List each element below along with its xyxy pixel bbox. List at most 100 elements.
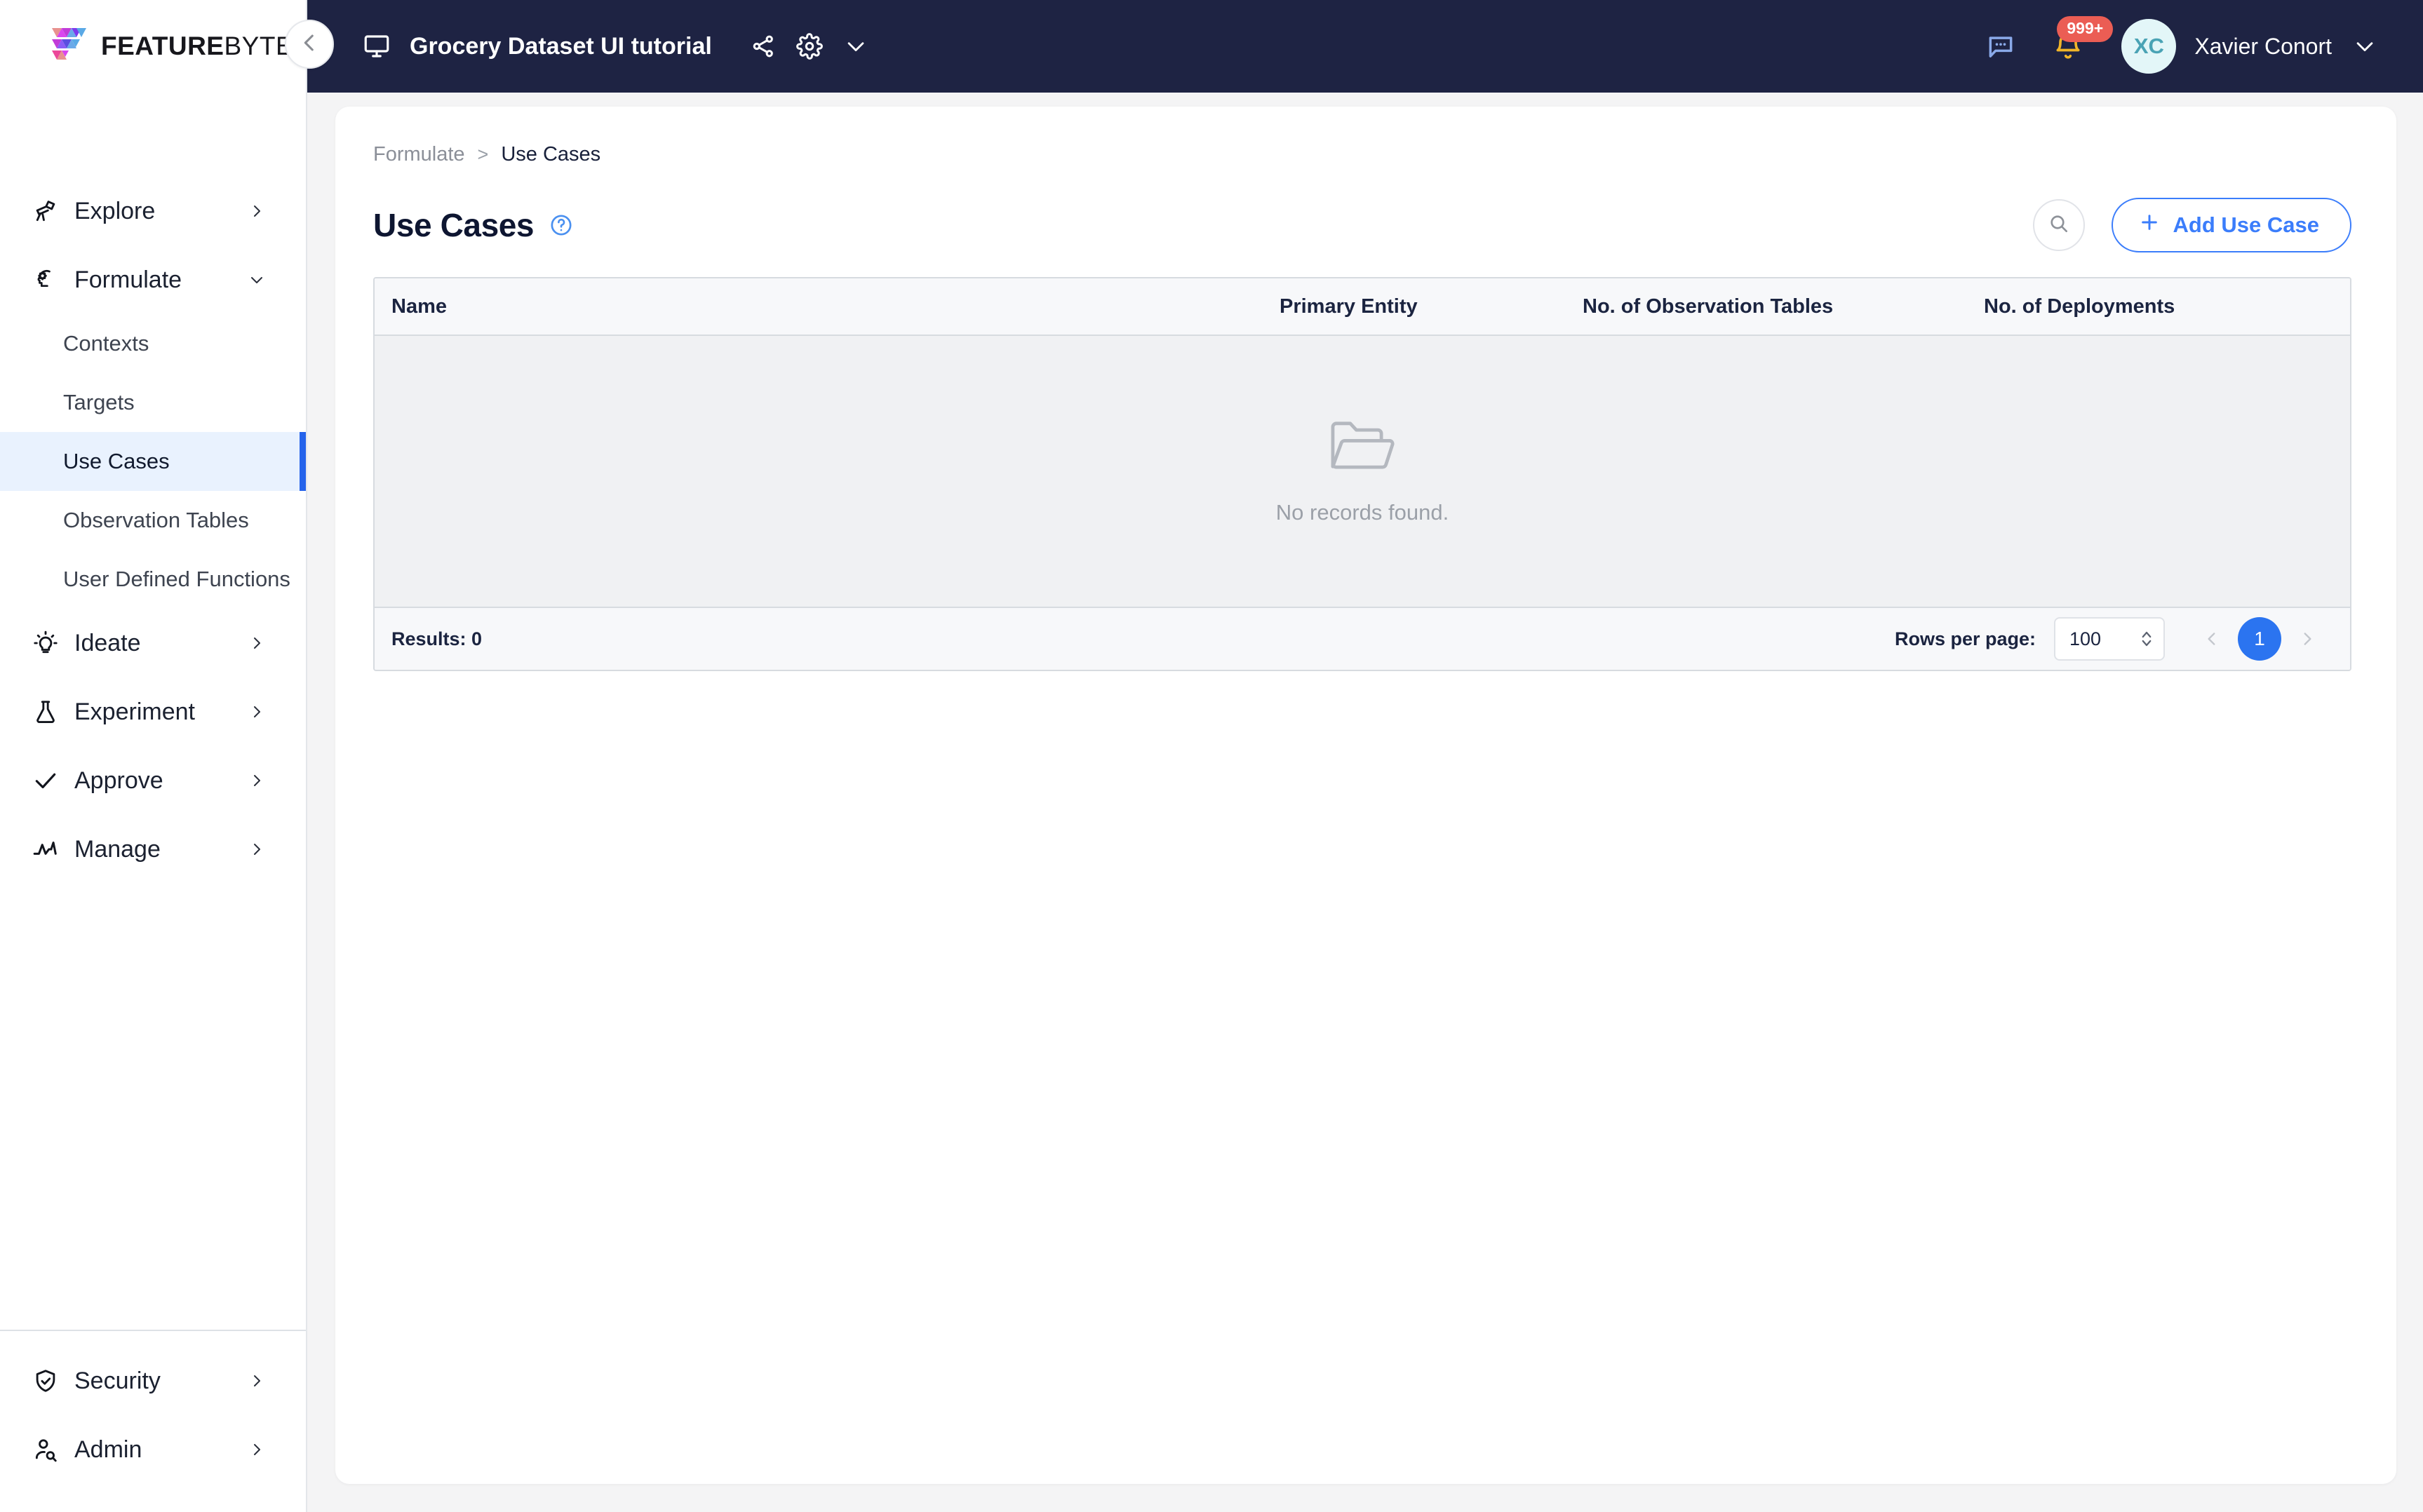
sidebar-item-explore[interactable]: Explore: [0, 177, 306, 245]
share-icon[interactable]: [740, 23, 786, 69]
pagination-page-1[interactable]: 1: [2238, 617, 2281, 661]
chevron-right-icon: [248, 772, 265, 789]
chevron-right-icon: [248, 1372, 265, 1389]
sidebar-item-ideate[interactable]: Ideate: [0, 609, 306, 677]
sidebar-item-manage[interactable]: Manage: [0, 815, 306, 884]
sidebar-item-label: Explore: [74, 197, 156, 224]
sidebar-subitem-label: User Defined Functions: [63, 567, 290, 591]
shield-check-icon: [27, 1368, 65, 1394]
use-cases-table: Name Primary Entity No. of Observation T…: [373, 277, 2351, 671]
chevron-right-icon: [248, 1441, 265, 1458]
sidebar-bottom-nav: Security Admin: [0, 1331, 306, 1512]
flask-icon: [27, 698, 65, 725]
sidebar-collapse-button[interactable]: [285, 20, 334, 69]
column-header-deployments[interactable]: No. of Deployments: [1984, 295, 2335, 318]
sidebar-subitem-label: Use Cases: [63, 449, 170, 473]
sidebar-item-user-defined-functions[interactable]: User Defined Functions: [0, 550, 306, 609]
brand-name-bold: FEATURE: [101, 32, 224, 60]
stepper-updown-icon: [2140, 628, 2154, 649]
add-use-case-button[interactable]: Add Use Case: [2111, 198, 2351, 252]
sidebar-item-label: Experiment: [74, 698, 195, 725]
pagination-group: Rows per page: 100 1: [1895, 617, 2329, 661]
brand-wordmark: FEATURE BYTE: [101, 32, 293, 61]
breadcrumb-parent[interactable]: Formulate: [373, 143, 465, 166]
sidebar-item-admin[interactable]: Admin: [0, 1415, 306, 1484]
user-name-label: Xavier Conort: [2194, 33, 2332, 59]
notification-badge: 999+: [2057, 16, 2114, 42]
brand-name-light: BYTE: [224, 32, 294, 60]
sidebar-item-label: Formulate: [74, 266, 182, 293]
brain-gear-icon: [27, 266, 65, 293]
chevron-right-icon: [248, 635, 265, 652]
header-left-group: Grocery Dataset UI tutorial: [307, 23, 879, 69]
page-actions: Add Use Case: [2032, 198, 2351, 252]
plus-icon: [2138, 211, 2161, 239]
activity-pulse-icon: [27, 836, 65, 863]
column-header-primary-entity[interactable]: Primary Entity: [1280, 295, 1583, 318]
sidebar-nav: Explore Formulate Contexts Targets Use C…: [0, 93, 306, 1330]
breadcrumb: Formulate > Use Cases: [373, 143, 2351, 166]
user-search-icon: [27, 1436, 65, 1463]
sidebar-item-label: Admin: [74, 1436, 142, 1463]
sidebar-item-label: Ideate: [74, 629, 141, 656]
sidebar-item-formulate[interactable]: Formulate: [0, 245, 306, 314]
gear-icon[interactable]: [786, 23, 833, 69]
sidebar-item-approve[interactable]: Approve: [0, 746, 306, 815]
results-count: Results: 0: [391, 628, 483, 649]
page-title: Use Cases: [373, 207, 535, 243]
sidebar-item-label: Security: [74, 1367, 161, 1394]
rows-per-page-label: Rows per page:: [1894, 628, 2036, 649]
chevron-down-icon: [248, 271, 265, 288]
top-header: Grocery Dataset UI tutorial 999+ XC Xavi…: [307, 0, 2423, 93]
sidebar-item-experiment[interactable]: Experiment: [0, 677, 306, 746]
sidebar-item-label: Manage: [74, 835, 161, 863]
rows-per-page-value: 100: [2069, 628, 2102, 649]
notifications-button[interactable]: 999+: [2034, 16, 2114, 74]
sidebar-subitem-label: Observation Tables: [63, 508, 249, 532]
content-card: Formulate > Use Cases Use Cases Add Use …: [335, 107, 2396, 1484]
empty-state-message: No records found.: [1275, 499, 1449, 525]
breadcrumb-current: Use Cases: [501, 143, 601, 166]
telescope-icon: [27, 198, 65, 224]
header-right-group: 999+ XC Xavier Conort: [1973, 16, 2423, 74]
sidebar-item-observation-tables[interactable]: Observation Tables: [0, 491, 306, 550]
chat-bubble-icon[interactable]: [1973, 21, 2029, 72]
column-header-name[interactable]: Name: [375, 295, 1280, 318]
app-root: FEATURE BYTE Explore Formulate Contexts …: [0, 0, 2423, 1512]
search-icon: [2048, 212, 2070, 238]
sidebar-item-targets[interactable]: Targets: [0, 373, 306, 432]
check-icon: [27, 767, 65, 794]
rows-per-page-select[interactable]: 100: [2054, 617, 2165, 661]
question-circle-icon[interactable]: [549, 213, 573, 237]
workspace-title: Grocery Dataset UI tutorial: [410, 32, 712, 60]
sidebar-item-security[interactable]: Security: [0, 1346, 306, 1415]
column-header-observation-tables[interactable]: No. of Observation Tables: [1583, 295, 1984, 318]
sidebar-item-label: Approve: [74, 767, 163, 794]
pager: 1: [2190, 617, 2329, 661]
sidebar-subitem-label: Contexts: [63, 331, 149, 356]
sidebar-item-use-cases[interactable]: Use Cases: [0, 432, 306, 491]
table-header-row: Name Primary Entity No. of Observation T…: [375, 278, 2350, 336]
chevron-right-icon: [248, 703, 265, 720]
user-menu-chevron-down-icon[interactable]: [2353, 34, 2377, 58]
page-header-row: Use Cases Add Use Case: [373, 193, 2351, 257]
breadcrumb-separator: >: [477, 144, 489, 165]
pagination-prev-button[interactable]: [2190, 617, 2234, 661]
lightbulb-icon: [27, 630, 65, 656]
open-folder-icon: [1327, 418, 1398, 479]
table-footer: Results: 0 Rows per page: 100 1: [375, 608, 2350, 670]
featurebyte-logo-icon: [45, 27, 88, 66]
add-use-case-label: Add Use Case: [2173, 212, 2319, 237]
sidebar-item-contexts[interactable]: Contexts: [0, 314, 306, 373]
sidebar: FEATURE BYTE Explore Formulate Contexts …: [0, 0, 307, 1512]
search-button[interactable]: [2032, 199, 2085, 251]
chevron-right-icon: [248, 841, 265, 858]
pagination-next-button[interactable]: [2286, 617, 2329, 661]
header-chevron-down-icon[interactable]: [833, 23, 879, 69]
table-empty-state: No records found.: [375, 336, 2350, 608]
sidebar-subitem-label: Targets: [63, 390, 135, 414]
brand-logo[interactable]: FEATURE BYTE: [0, 0, 306, 93]
avatar[interactable]: XC: [2121, 19, 2177, 74]
monitor-icon: [362, 32, 391, 61]
chevron-right-icon: [248, 203, 265, 220]
